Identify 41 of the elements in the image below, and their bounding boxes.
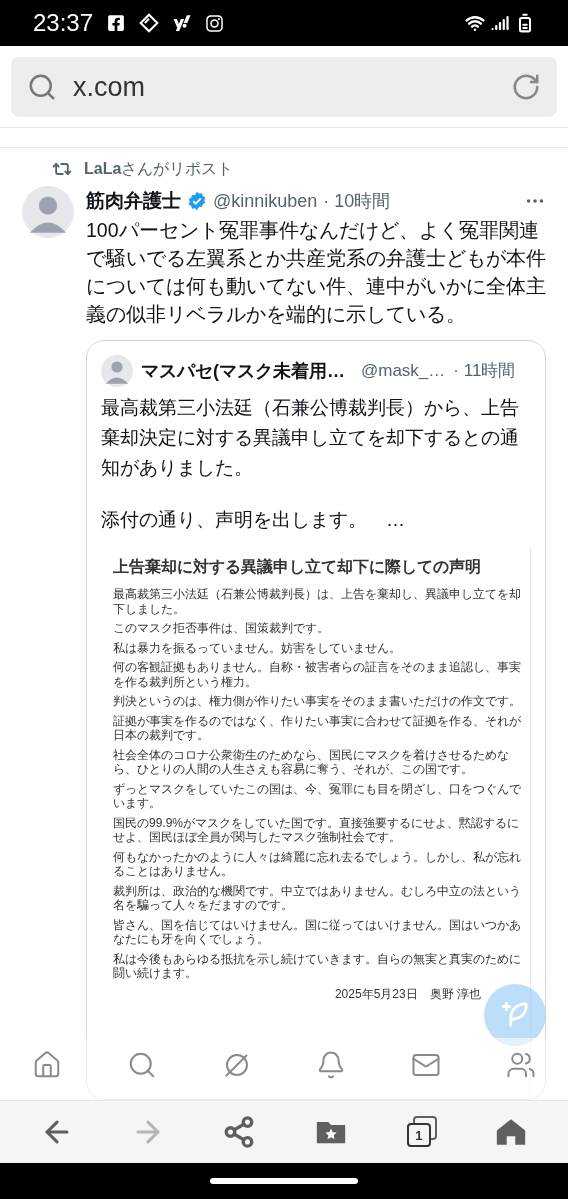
avatar[interactable] [22,186,74,238]
quoted-post-time: · 11時間 [453,360,516,383]
wifi-icon [465,13,485,33]
reload-icon[interactable] [511,72,541,102]
post-text: 100パーセント冤罪事件なんだけど、よく冤罪関連で騒いでる左翼系とか共産党系の弁護士どもが本件については何も動いてない件、連中がいかに全体主義の似非リベラルかを端的に示している。 [86,218,546,327]
statement-paragraph: 何の客観証拠もありません。自称・被害者らの証言をそのまま追認し、事実を作る裁判所という権力。 [113,660,522,689]
avatar[interactable] [101,355,133,387]
statement-title: 上告棄却に対する異議申し立て却下に際しての声明 [113,557,482,577]
statement-paragraph: 最高裁第三小法廷（石兼公博裁判長）は、上告を棄却し、異議申し立てを却下しました。 [113,587,522,616]
address-bar[interactable]: x.com [11,57,557,117]
quoted-author-name: マスパセ(マスク未着用… [141,359,345,383]
quoted-post-text: 最高裁第三小法廷（石兼公博裁判長）から、上告棄却決定に対する異議申し立てを却下するとの通知がありました。 [101,396,520,480]
home-icon[interactable] [32,1050,62,1080]
instagram-icon [205,13,225,33]
post-time[interactable]: · 10時間 [323,187,391,215]
statement-paragraph: 裁判所は、政治的な機関です。中立ではありません。むしろ中立の法という名を騙って人々をだますのです。 [113,883,522,913]
yahoo-icon [173,14,192,32]
quoted-post-text: 添付の通り、声明を出します。 … [101,508,406,532]
clock: 23:37 [33,8,94,38]
signal-icon [491,14,509,32]
statement-signature: 2025年5月23日 奥野 淳也 [334,985,481,1003]
statement-paragraph: ずっとマスクをしていたこの国は、今、冤罪にも目を閉ざし、口をつぐんでいます。 [113,781,522,811]
author-name[interactable]: 筋肉弁護士 [86,186,181,216]
diamond-app-icon [139,13,160,33]
quoted-author-handle: @mask_… [361,360,446,383]
statement-paragraph: 社会全体のコロナ公衆衛生のためなら、国民にマスクを着けさせるためなら、ひとりの人間の人生さえも容易に奪う、それが、この国です。 [113,747,510,777]
statement-paragraph: 皆さん、国を信じてはいけません。国に従ってはいけません。国はいつかあなたにも牙を向くでしょう。 [113,917,522,947]
people-icon[interactable] [506,1050,536,1080]
facebook-icon [107,14,126,32]
author-handle[interactable]: @kinnikuben [213,187,318,215]
statement-paragraph: 国民の99.9%がマスクをしていた国です。直接強要するにせよ、黙認するにせよ、国民ほぼ全員が関与したマスク強制社会です。 [113,815,521,845]
statement-paragraph: 証拠が事実を作るのではなく、作りたい事実に合わせて証拠を作る、それが日本の裁判です。 [113,713,522,743]
statement-paragraph: 何もなかったかのように人々は綺麗に忘れ去るでしょう。しかし、私が忘れることはありません。 [113,849,522,879]
repost-label[interactable]: LaLaさんがリポスト [84,157,234,181]
statement-paragraph: このマスク拒否事件は、国策裁判です。 [113,621,330,636]
statement-paragraph: 私は今後もあらゆる抵抗を示し続けていきます。自らの無実と真実のために闘い続けます。 [113,951,522,981]
tabs-button[interactable]: 1 [400,1112,441,1152]
url-text: x.com [73,70,145,104]
search-icon [27,72,57,102]
statement-paragraph: 私は暴力を振るっていません。妨害をしていません。 [113,640,402,655]
statement-paragraph: 判決というのは、権力側が作りたい事実をそのまま書いただけの作文です。 [113,694,522,709]
